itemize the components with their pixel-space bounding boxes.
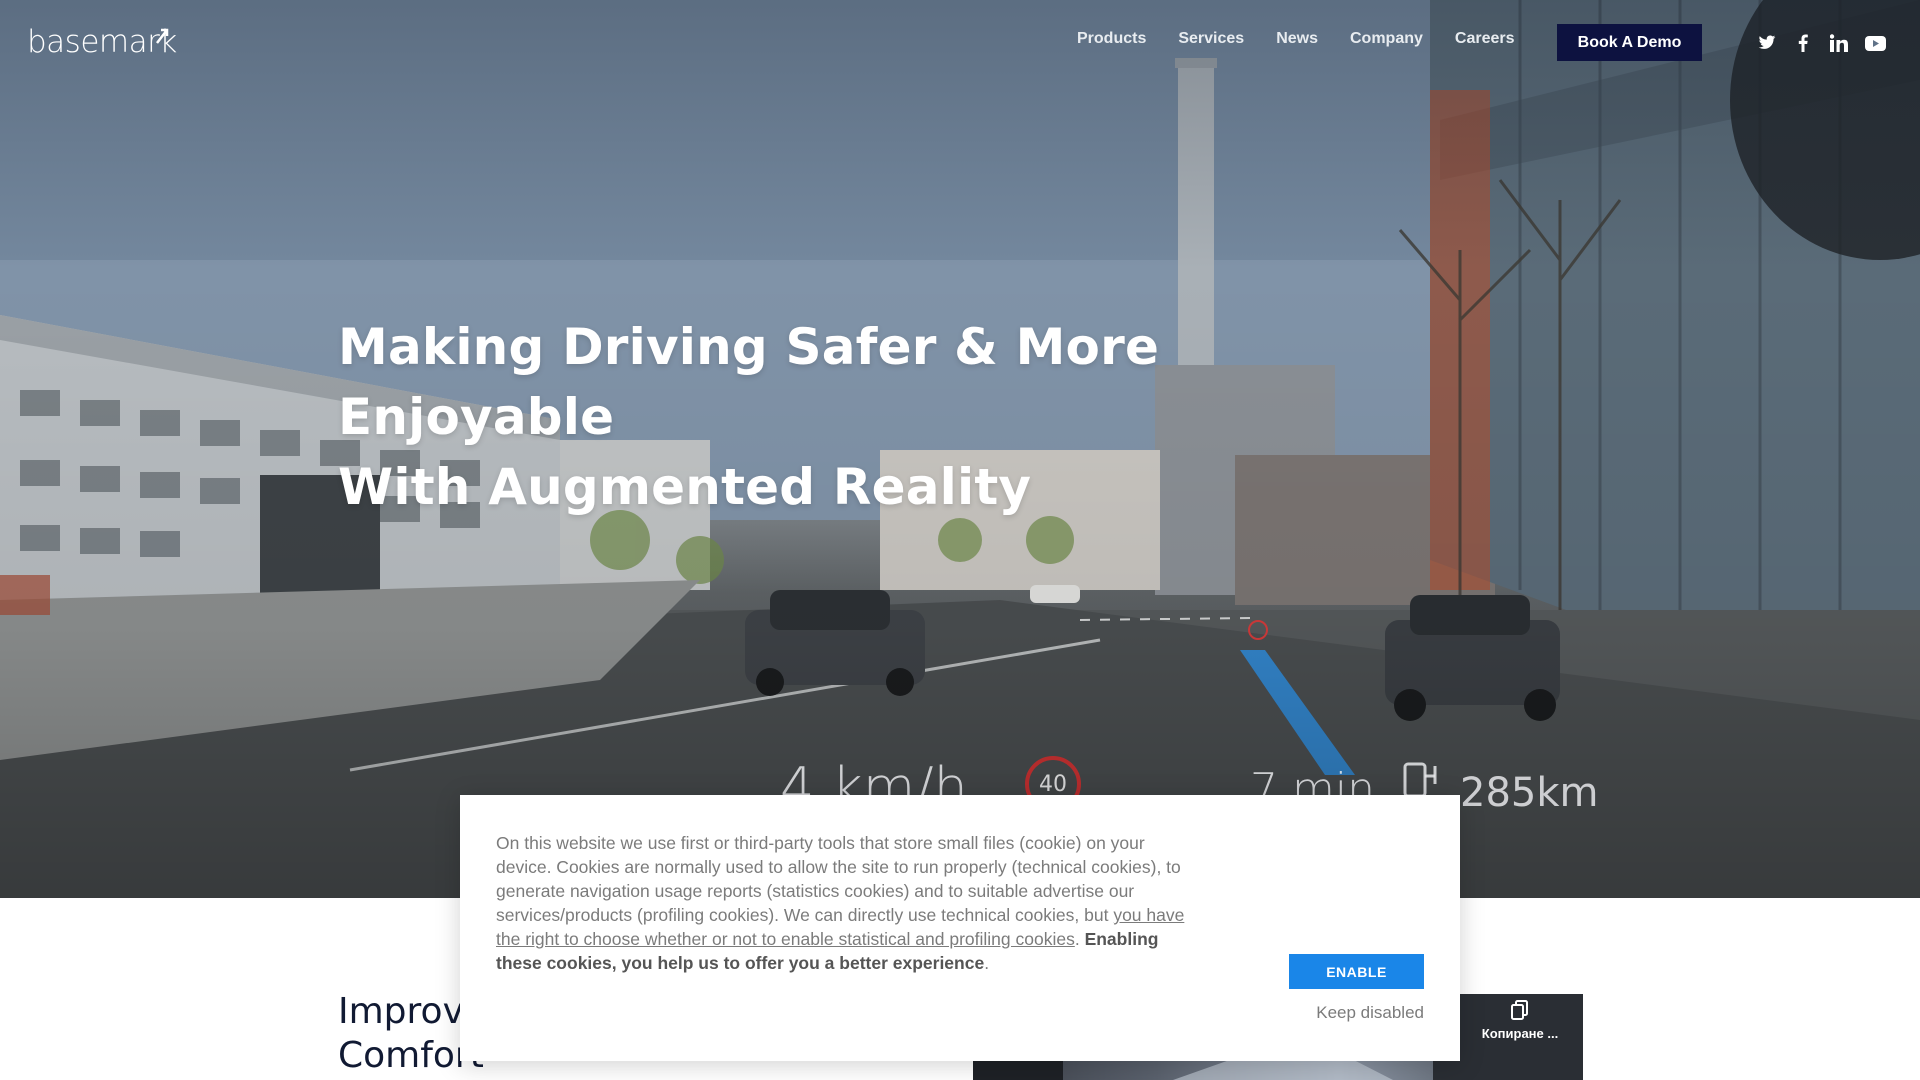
main-nav: Products Services News Company Careers: [1060, 30, 1547, 48]
facebook-icon[interactable]: [1792, 32, 1814, 54]
hero-headline: Making Driving Safer & More Enjoyable Wi…: [338, 312, 1358, 522]
hero-headline-line1: Making Driving Safer & More Enjoyable: [338, 318, 1160, 446]
hud-range: 285km: [1460, 770, 1599, 816]
copy-label: Копиране ...: [1481, 1026, 1559, 1041]
nav-company[interactable]: Company: [1350, 30, 1423, 48]
cookie-text-intro: On this website we use first or third-pa…: [496, 833, 1181, 925]
enable-cookies-button[interactable]: ENABLE: [1289, 954, 1424, 989]
cookie-message: On this website we use first or third-pa…: [496, 831, 1196, 975]
cookie-text-after-link: .: [1074, 929, 1085, 949]
nav-products[interactable]: Products: [1077, 30, 1146, 48]
book-demo-button[interactable]: Book A Demo: [1557, 24, 1702, 61]
logo-arrow-icon: [156, 28, 169, 44]
copy-icon: [1511, 1000, 1528, 1020]
twitter-icon[interactable]: [1756, 32, 1778, 54]
social-links: [1756, 32, 1900, 54]
hero-section: 4 km/h 40 7 min 285km Making Driving Saf…: [0, 0, 1920, 898]
hero-headline-line2: With Augmented Reality: [338, 458, 1032, 516]
nav-services[interactable]: Services: [1178, 30, 1244, 48]
section-heading-line1: Improv: [338, 991, 464, 1032]
hud-speed-limit-value: 40: [1039, 771, 1067, 797]
cookie-consent-dialog: On this website we use first or third-pa…: [460, 795, 1460, 1061]
linkedin-icon[interactable]: [1828, 32, 1850, 54]
charging-station-icon: [1403, 762, 1437, 798]
nav-news[interactable]: News: [1276, 30, 1318, 48]
copy-widget[interactable]: Копиране ...: [1470, 1000, 1570, 1041]
keep-disabled-link[interactable]: Keep disabled: [1316, 1003, 1424, 1023]
youtube-icon[interactable]: [1864, 32, 1886, 54]
nav-careers[interactable]: Careers: [1455, 30, 1515, 48]
cookie-text-end: .: [984, 953, 990, 973]
